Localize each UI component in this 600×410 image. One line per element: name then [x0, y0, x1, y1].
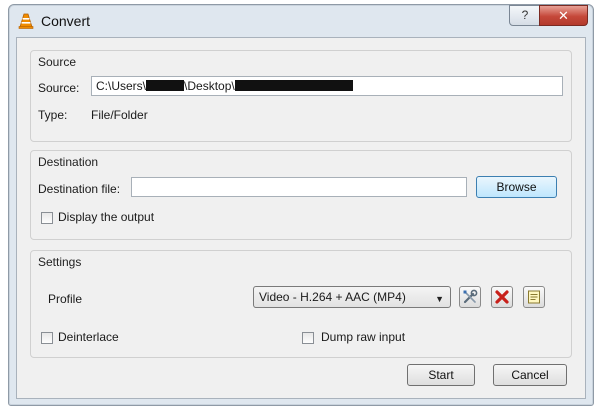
source-path-field[interactable]: C:\Users\ \Desktop\ [91, 76, 563, 96]
display-output-label: Display the output [58, 210, 155, 224]
cancel-button[interactable]: Cancel [493, 364, 567, 386]
destination-group: Destination Destination file: Browse Dis… [30, 150, 572, 240]
settings-group: Settings Profile Video - H.264 + AAC (MP… [30, 250, 572, 358]
window-title: Convert [41, 13, 91, 29]
title-bar[interactable]: Convert ? ✕ [9, 5, 593, 37]
destination-file-label: Destination file: [38, 182, 121, 196]
deinterlace-checkbox[interactable] [41, 332, 53, 344]
deinterlace-label: Deinterlace [58, 330, 119, 344]
destination-group-title: Destination [38, 155, 99, 169]
convert-dialog: Convert ? ✕ Source Source: C:\Users\ \Des… [8, 4, 594, 406]
redacted-username [146, 80, 185, 91]
type-value: File/Folder [91, 108, 148, 122]
new-profile-button[interactable] [523, 286, 545, 308]
source-path-mid: \Desktop\ [184, 79, 235, 93]
dump-raw-input-label: Dump raw input [321, 330, 406, 344]
source-group: Source Source: C:\Users\ \Desktop\ Type: … [30, 50, 572, 142]
redacted-filename [234, 80, 353, 91]
help-button[interactable]: ? [509, 5, 541, 26]
profile-selected-value: Video - H.264 + AAC (MP4) [259, 290, 406, 304]
new-profile-icon [528, 290, 540, 304]
delete-profile-button[interactable] [491, 286, 513, 308]
close-button[interactable]: ✕ [539, 5, 588, 26]
chevron-down-icon: ▼ [435, 294, 444, 304]
destination-file-input[interactable] [131, 177, 467, 197]
start-button[interactable]: Start [407, 364, 475, 386]
display-output-checkbox[interactable] [41, 212, 53, 224]
source-label: Source: [38, 81, 80, 95]
edit-profile-button[interactable] [459, 286, 481, 308]
source-path-prefix: C:\Users\ [96, 79, 147, 93]
browse-button[interactable]: Browse [476, 176, 557, 198]
source-group-title: Source [38, 55, 77, 69]
settings-group-title: Settings [38, 255, 82, 269]
type-label: Type: [38, 108, 68, 122]
dump-raw-input-checkbox[interactable] [302, 332, 314, 344]
vlc-cone-icon [18, 13, 34, 29]
profile-dropdown[interactable]: Video - H.264 + AAC (MP4) ▼ [253, 286, 451, 308]
profile-label: Profile [48, 292, 83, 306]
red-x-delete-icon [495, 290, 509, 304]
dialog-body: Source Source: C:\Users\ \Desktop\ Type: … [16, 37, 586, 399]
wrench-screwdriver-icon [463, 289, 478, 304]
